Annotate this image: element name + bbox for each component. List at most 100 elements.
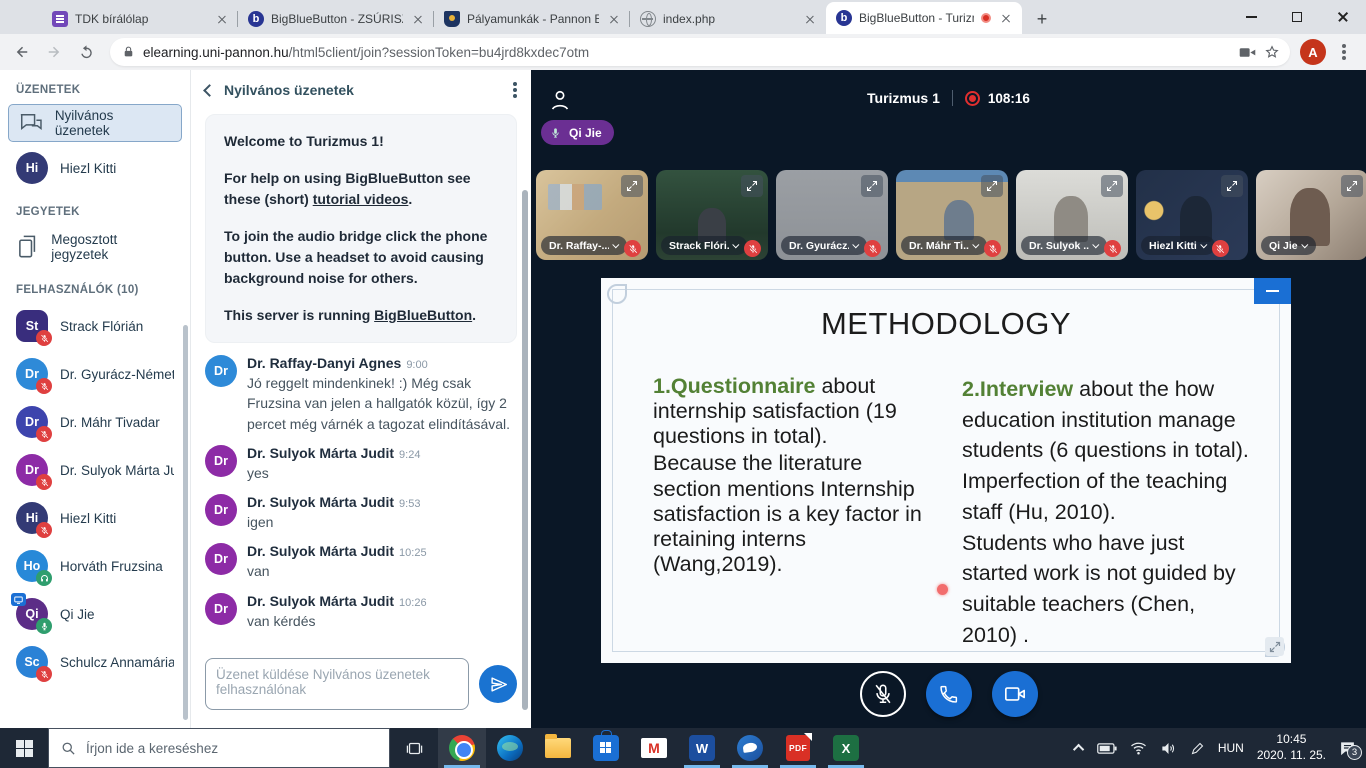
reload-button[interactable]	[72, 38, 100, 66]
tab-close-icon[interactable]	[802, 11, 818, 27]
fullscreen-icon[interactable]	[1101, 175, 1123, 197]
message-text: van kérdés	[247, 612, 316, 629]
presentation-fullscreen-icon[interactable]	[1265, 637, 1284, 656]
user-list-item[interactable]: Dr Dr. Sulyok Márta Ju...	[0, 446, 190, 494]
taskbar-pdf[interactable]: PDF	[774, 728, 822, 768]
taskbar-excel[interactable]: X	[822, 728, 870, 768]
chat-panel-title[interactable]: Nyilvános üzenetek	[224, 82, 513, 98]
presentation-slide[interactable]: METHODOLOGY 1.Questionnaire about intern…	[601, 278, 1291, 663]
browser-toolbar: elearning.uni-pannon.hu/html5client/join…	[0, 34, 1366, 70]
user-list-item[interactable]: Sc Schulcz Annamária	[0, 638, 190, 686]
action-bar	[531, 671, 1366, 717]
webcam-name-dropdown[interactable]: Dr. Sulyok ...	[1021, 236, 1107, 255]
webcam-gyuracz[interactable]: Dr. Gyurácz...	[776, 170, 888, 260]
webcam-raffay[interactable]: Dr. Raffay-...	[536, 170, 648, 260]
taskbar-clock[interactable]: 10:45 2020. 11. 25.	[1257, 732, 1326, 763]
tab-close-icon[interactable]	[998, 10, 1014, 26]
webcam-name-dropdown[interactable]: Strack Flóri...	[661, 236, 747, 255]
tray-expand-icon[interactable]	[1072, 743, 1085, 756]
user-list-item[interactable]: Dr Dr. Máhr Tivadar	[0, 398, 190, 446]
webcam-name-dropdown[interactable]: Qi Jie	[1261, 236, 1316, 255]
webcam-name-dropdown[interactable]: Dr. Máhr Ti...	[901, 236, 987, 255]
fullscreen-icon[interactable]	[861, 175, 883, 197]
taskbar-store[interactable]	[582, 728, 630, 768]
window-restore-button[interactable]	[1274, 0, 1320, 34]
tab-close-icon[interactable]	[606, 11, 622, 27]
webcam-sulyok[interactable]: Dr. Sulyok ...	[1016, 170, 1128, 260]
webcam-strack[interactable]: Strack Flóri...	[656, 170, 768, 260]
webcam-name-dropdown[interactable]: Hiezl Kitti	[1141, 236, 1215, 255]
taskbar-chrome[interactable]	[438, 728, 486, 768]
new-tab-button[interactable]: +	[1028, 5, 1056, 33]
address-bar[interactable]: elearning.uni-pannon.hu/html5client/join…	[110, 38, 1290, 66]
webcam-hiezl[interactable]: Hiezl Kitti	[1136, 170, 1248, 260]
tab-tdk-biralolap[interactable]: TDK bírálólap	[42, 4, 238, 34]
leave-audio-button[interactable]	[925, 671, 972, 717]
sidebar-item-shared-notes[interactable]: Megosztott jegyzetek	[0, 224, 190, 270]
fullscreen-icon[interactable]	[741, 175, 763, 197]
mute-button[interactable]	[859, 671, 906, 717]
user-list-item[interactable]: Ho Horváth Fruzsina	[0, 542, 190, 590]
media-camera-icon[interactable]	[1239, 46, 1256, 59]
bookmark-star-icon[interactable]	[1264, 44, 1280, 60]
taskbar-gmail[interactable]: M	[630, 728, 678, 768]
webcam-name-dropdown[interactable]: Dr. Raffay-...	[541, 236, 627, 255]
window-minimize-button[interactable]	[1228, 0, 1274, 34]
back-button[interactable]	[8, 38, 36, 66]
user-name: Schulcz Annamária	[60, 654, 174, 670]
back-chevron-icon[interactable]	[203, 83, 216, 97]
webcam-mahr[interactable]: Dr. Máhr Ti...	[896, 170, 1008, 260]
bigbluebutton-link[interactable]: BigBlueButton	[374, 307, 472, 323]
taskbar-thunderbird[interactable]	[726, 728, 774, 768]
fullscreen-icon[interactable]	[1341, 175, 1363, 197]
sidebar-item-public-chat[interactable]: Nyilvános üzenetek	[8, 104, 182, 142]
chat-message-input[interactable]	[205, 658, 469, 710]
taskbar-word[interactable]: W	[678, 728, 726, 768]
user-list-item[interactable]: Dr Dr. Gyurácz-Német...	[0, 350, 190, 398]
volume-icon[interactable]	[1160, 741, 1177, 756]
fullscreen-icon[interactable]	[1221, 175, 1243, 197]
webcam-share-button[interactable]	[991, 671, 1038, 717]
webcam-name-dropdown[interactable]: Dr. Gyurácz...	[781, 236, 867, 255]
tab-index-php[interactable]: index.php	[630, 4, 826, 34]
voice-mic-icon	[36, 618, 52, 634]
tab-close-icon[interactable]	[214, 11, 230, 27]
window-close-button[interactable]	[1320, 0, 1366, 34]
sidebar-scrollbar[interactable]	[183, 325, 188, 720]
wifi-icon[interactable]	[1130, 741, 1147, 755]
browser-menu-button[interactable]	[1330, 38, 1358, 66]
chat-scrollbar[interactable]	[522, 190, 528, 710]
tab-close-icon[interactable]	[410, 11, 426, 27]
forward-button[interactable]	[40, 38, 68, 66]
tutorial-videos-link[interactable]: tutorial videos	[313, 191, 409, 207]
task-view-button[interactable]	[390, 728, 438, 768]
messages-section-header: ÜZENETEK	[16, 84, 81, 96]
fullscreen-icon[interactable]	[981, 175, 1003, 197]
tab-bbb-turizmus-active[interactable]: BigBlueButton - Turizmus	[826, 2, 1022, 34]
webcam-qijie[interactable]: Qi Jie	[1256, 170, 1366, 260]
user-list-item[interactable]: Hi Hiezl Kitti	[0, 494, 190, 542]
tab-bbb-zsuriszoba[interactable]: BigBlueButton - ZSÚRISZOBA	[238, 4, 434, 34]
taskbar-search[interactable]: Írjon ide a kereséshez	[48, 728, 390, 768]
chat-message: Dr Dr. Sulyok Márta Judit 10:26 van kérdé…	[205, 592, 513, 631]
shared-notes-icon	[19, 235, 36, 258]
browser-profile-avatar[interactable]: A	[1300, 39, 1326, 65]
pen-icon[interactable]	[1190, 741, 1205, 756]
sidebar-item-private-chat[interactable]: Hi Hiezl Kitti	[0, 144, 190, 192]
language-indicator[interactable]: HUN	[1218, 741, 1244, 755]
send-message-button[interactable]	[479, 665, 517, 703]
taskbar-file-explorer[interactable]	[534, 728, 582, 768]
talking-indicator[interactable]: Qi Jie	[541, 120, 614, 145]
user-list-item[interactable]: St Strack Flórián	[0, 302, 190, 350]
chat-options-menu-icon[interactable]	[513, 88, 517, 92]
taskbar-edge[interactable]	[486, 728, 534, 768]
action-center-button[interactable]: 3	[1339, 740, 1362, 760]
tab-palyamunkak[interactable]: Pályamunkák - Pannon Egyete	[434, 4, 630, 34]
recording-indicator[interactable]: 108:16	[964, 90, 1030, 106]
fullscreen-icon[interactable]	[621, 175, 643, 197]
minimize-presentation-button[interactable]	[1254, 278, 1291, 304]
battery-icon[interactable]	[1096, 742, 1117, 755]
start-button[interactable]	[0, 728, 48, 768]
url-text[interactable]: elearning.uni-pannon.hu/html5client/join…	[143, 45, 1231, 60]
user-list-item[interactable]: Qi Qi Jie	[0, 590, 190, 638]
